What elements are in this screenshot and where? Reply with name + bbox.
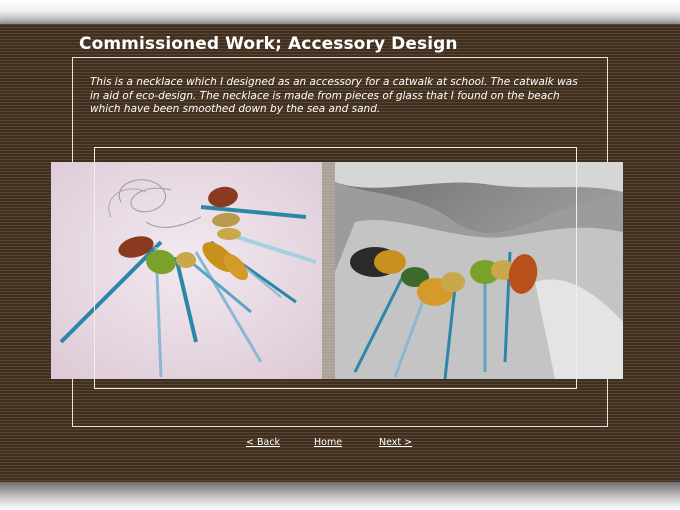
necklace-flat-photo	[51, 162, 322, 379]
next-link[interactable]: Next >	[379, 437, 412, 448]
home-link[interactable]: Home	[314, 437, 342, 448]
page-title: Commissioned Work; Accessory Design	[79, 34, 458, 54]
top-shadow-band	[0, 0, 680, 26]
bottom-shadow-band	[0, 482, 680, 510]
description-text: This is a necklace which I designed as a…	[90, 76, 578, 115]
back-link[interactable]: < Back	[246, 437, 280, 448]
necklace-worn-photo	[335, 162, 623, 379]
